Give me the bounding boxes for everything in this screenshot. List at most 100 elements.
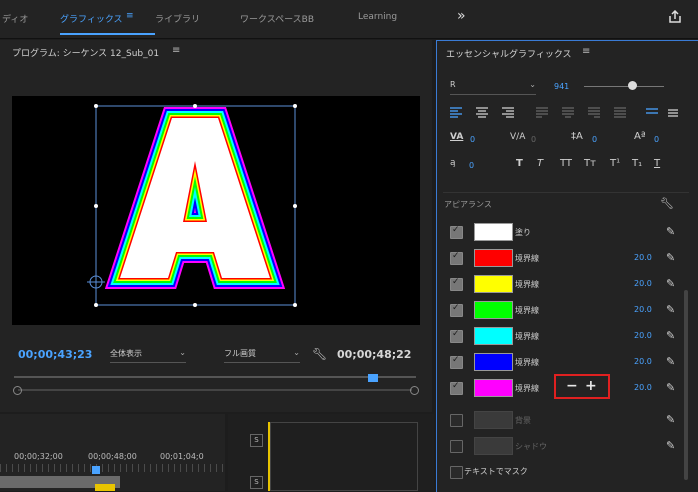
eyedropper-icon[interactable]: ✎ (666, 303, 675, 316)
stroke-color-swatch[interactable] (474, 327, 513, 345)
current-timecode[interactable]: 00;00;43;23 (18, 348, 92, 361)
stroke-checkbox[interactable] (450, 355, 463, 369)
workspace-tab-graphics[interactable]: グラフィックス (60, 12, 123, 25)
eyedropper-icon[interactable]: ✎ (666, 381, 675, 394)
ruler-label-2: 00;00;48;00 (88, 452, 137, 461)
remove-stroke-button[interactable]: − (566, 378, 578, 394)
stroke-checkbox[interactable] (450, 381, 463, 395)
stroke-color-swatch[interactable] (474, 249, 513, 267)
egp-title: エッセンシャルグラフィックス (446, 50, 572, 60)
stroke-label: 境界線 (515, 306, 539, 315)
tracking-value[interactable]: 0 (470, 135, 475, 144)
stroke-width-value[interactable]: 20.0 (634, 331, 652, 340)
workspace-tab-audio[interactable]: ディオ (2, 12, 28, 25)
playhead-marker[interactable] (368, 374, 378, 382)
stroke-width-value[interactable]: 20.0 (634, 279, 652, 288)
workspace-tab-libraries[interactable]: ライブラリ (155, 12, 200, 25)
timeline-ruler[interactable] (0, 464, 225, 472)
stroke-width-value[interactable]: 20.0 (634, 253, 652, 262)
workspace-tab-bb[interactable]: ワークスペースBB (240, 12, 314, 25)
track-clip-area[interactable] (270, 422, 418, 491)
alignment-toolbar (448, 105, 678, 119)
solo-track-button[interactable]: S (250, 434, 263, 447)
stroke-checkbox[interactable] (450, 303, 463, 317)
small-caps-button[interactable]: Tт (584, 158, 596, 169)
underline-button[interactable]: T (654, 158, 660, 169)
tracking-icon: VA (450, 132, 464, 142)
font-size-value[interactable]: 941 (554, 82, 569, 91)
font-style-dropdown[interactable]: R ⌄ (450, 80, 536, 95)
egp-scrollbar[interactable] (684, 290, 688, 480)
leading-icon: ‡A (571, 131, 583, 142)
fill-checkbox[interactable] (450, 225, 463, 239)
all-caps-button[interactable]: TT (560, 158, 572, 169)
leading-value[interactable]: 0 (592, 135, 597, 144)
kerning-icon: V/A (510, 132, 526, 142)
shadow-checkbox[interactable] (450, 440, 463, 453)
egp-menu-icon[interactable]: ≡ (582, 46, 590, 57)
timeline-playhead[interactable] (92, 466, 100, 474)
active-tab-underline (60, 33, 155, 35)
zoom-dropdown[interactable]: 全体表示 ⌄ (110, 348, 186, 363)
baseline-value[interactable]: 0 (654, 135, 659, 144)
chevron-down-icon: ⌄ (179, 348, 186, 357)
workspace-menu-icon[interactable]: ≡ (126, 11, 134, 21)
mask-with-text-checkbox[interactable] (450, 466, 463, 479)
stroke-label: 境界線 (515, 358, 539, 367)
background-label: 背景 (515, 416, 531, 425)
eyedropper-icon[interactable]: ✎ (666, 251, 675, 264)
stroke-checkbox[interactable] (450, 251, 463, 265)
background-checkbox[interactable] (450, 414, 463, 427)
wrench-icon[interactable]: 🔧︎ (312, 347, 327, 361)
solo-track-button[interactable]: S (250, 476, 263, 489)
more-workspaces-icon[interactable]: » (457, 8, 466, 24)
stroke-width-value[interactable]: 20.0 (634, 357, 652, 366)
baseline-shift-icon: Aª (634, 131, 646, 142)
share-icon[interactable] (668, 9, 682, 23)
eyedropper-icon[interactable]: ✎ (666, 329, 675, 342)
shadow-label: シャドウ (515, 442, 547, 451)
ruler-label-1: 00;00;32;00 (14, 452, 63, 461)
stroke-width-value[interactable]: 20.0 (634, 305, 652, 314)
stroke-color-swatch[interactable] (474, 275, 513, 293)
eyedropper-icon[interactable]: ✎ (666, 277, 675, 290)
eyedropper-icon[interactable]: ✎ (666, 413, 675, 426)
superscript-button[interactable]: T¹ (610, 158, 620, 169)
program-menu-icon[interactable]: ≡ (172, 45, 180, 56)
out-point-handle[interactable] (410, 386, 419, 395)
eyedropper-icon[interactable]: ✎ (666, 355, 675, 368)
faux-italic-button[interactable]: T (537, 158, 543, 169)
eyedropper-icon[interactable]: ✎ (666, 439, 675, 452)
chevron-down-icon: ⌄ (293, 348, 300, 357)
shadow-color-swatch[interactable] (474, 437, 513, 455)
wrench-icon[interactable]: 🔧︎ (660, 197, 674, 210)
program-viewer[interactable] (12, 96, 420, 325)
subscript-button[interactable]: T₁ (632, 158, 642, 169)
font-style-value: R (450, 80, 456, 89)
stroke-checkbox[interactable] (450, 329, 463, 343)
kerning-value[interactable]: 0 (531, 135, 536, 144)
stroke-color-swatch[interactable] (474, 301, 513, 319)
stroke-label: 境界線 (515, 332, 539, 341)
timeline-clip[interactable] (95, 484, 115, 491)
quality-dropdown[interactable]: フル画質 ⌄ (224, 348, 300, 363)
font-size-slider-thumb[interactable] (628, 81, 637, 90)
program-monitor-title: プログラム: シーケンス 12_Sub_01 (12, 49, 160, 59)
letter-a-graphic[interactable] (12, 96, 420, 325)
playback-scrubber[interactable] (12, 386, 417, 392)
background-color-swatch[interactable] (474, 411, 513, 429)
font-size-slider[interactable] (584, 86, 664, 87)
stroke-add-remove-highlight (554, 374, 610, 399)
add-stroke-button[interactable]: + (585, 378, 597, 394)
zoom-scrollbar-track[interactable] (14, 376, 416, 378)
tsume-value[interactable]: 0 (469, 161, 474, 170)
stroke-color-swatch[interactable] (474, 353, 513, 371)
stroke-color-swatch[interactable] (474, 379, 513, 397)
faux-bold-button[interactable]: T (516, 158, 523, 169)
in-point-handle[interactable] (13, 386, 22, 395)
eyedropper-icon[interactable]: ✎ (666, 225, 675, 238)
fill-color-swatch[interactable] (474, 223, 513, 241)
workspace-tab-learning[interactable]: Learning (358, 12, 397, 22)
stroke-checkbox[interactable] (450, 277, 463, 291)
stroke-width-value[interactable]: 20.0 (634, 383, 652, 392)
